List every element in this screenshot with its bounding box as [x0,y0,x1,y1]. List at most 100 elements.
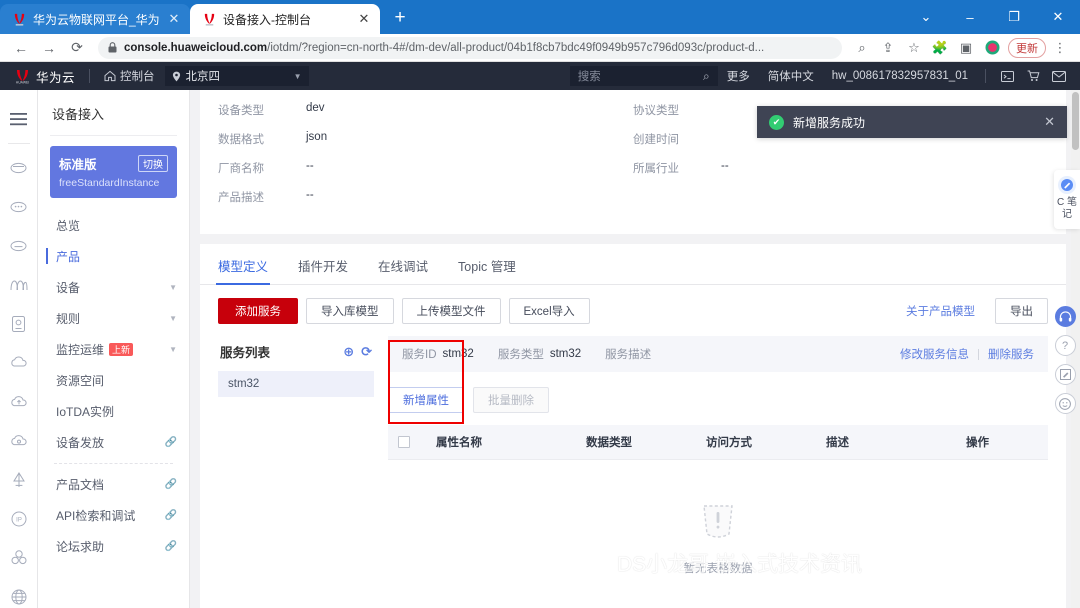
sidebar-item-resource-space[interactable]: 资源空间 [50,365,177,396]
search-placeholder: 搜索 [578,68,601,84]
sidebar-item-label: 论坛求助 [56,538,104,555]
add-service-button[interactable]: 添加服务 [218,298,298,324]
address-bar[interactable]: console.huaweicloud.com/iotdm/?region=cn… [98,37,842,59]
window-collapse-icon[interactable]: ⌄ [904,0,948,34]
model-definition-card: 模型定义 插件开发 在线调试 Topic 管理 添加服务 导入库模型 上传模型文… [200,244,1066,608]
zoom-out-icon[interactable]: ⌕ [850,36,874,60]
new-tab-button[interactable]: + [386,4,414,32]
huawei-logo[interactable]: HUAWEI 华为云 [8,67,81,86]
share-icon[interactable]: ⇪ [876,36,900,60]
window-controls: ⌄ – ❐ ✕ [904,0,1080,34]
cloud-upload-icon[interactable] [0,382,38,421]
window-minimize-icon[interactable]: – [948,0,992,34]
info-label: 协议类型 [633,102,721,118]
profile-avatar-icon[interactable] [980,36,1004,60]
sidebar-item-label: 设备发放 [56,434,104,451]
back-icon[interactable]: ← [8,35,34,61]
close-icon[interactable]: ✕ [166,11,182,27]
forward-icon[interactable]: → [36,35,62,61]
close-icon[interactable]: ✕ [356,11,372,27]
add-property-button[interactable]: 新增属性 [388,387,464,413]
divider [8,143,30,144]
extensions-puzzle-icon[interactable]: 🧩 [928,36,952,60]
smiley-face-icon[interactable] [1055,393,1076,414]
service-detail-header: 服务ID stm32 服务类型 stm32 服务描述 修改服务信息 删除服务 [388,336,1048,372]
sidebar-item-device-provisioning[interactable]: 设备发放 🔗 [50,427,177,458]
hamburger-menu-icon[interactable] [0,100,38,139]
content-scroll-area: 设备类型 dev 数据格式 json 厂商名称 -- 产品描述 -- [190,90,1080,608]
browser-tab-inactive[interactable]: 华为云物联网平台_华为云IoT平台 ✕ [0,4,190,34]
search-input[interactable]: 搜索 ⌕ [570,66,718,86]
kebab-menu-icon[interactable]: ⋮ [1048,36,1072,60]
upload-model-file-button[interactable]: 上传模型文件 [402,298,501,324]
sidebar-item-products[interactable]: 产品 [50,241,177,272]
import-library-model-button[interactable]: 导入库模型 [306,298,394,324]
globe-icon[interactable] [0,577,38,608]
scrollbar-thumb[interactable] [1072,92,1079,150]
sidebar-item-label: 监控运维 [56,341,104,358]
sidebar-item-product-docs[interactable]: 产品文档 🔗 [50,469,177,500]
question-help-icon[interactable]: ? [1055,335,1076,356]
external-link-icon: 🔗 [165,510,177,521]
headset-support-icon[interactable] [1055,306,1076,327]
info-value: json [306,131,327,147]
window-close-icon[interactable]: ✕ [1036,0,1080,34]
sidebar-item-iotda-instance[interactable]: IoTDA实例 [50,396,177,427]
ip-icon[interactable]: IP [0,499,38,538]
column-description: 描述 [816,425,956,460]
cloud-icon-5[interactable] [0,421,38,460]
select-all-checkbox[interactable] [398,436,410,448]
sidebar-item-rules[interactable]: 规则 ▼ [50,303,177,334]
cart-icon[interactable] [1020,70,1046,82]
delete-service-link[interactable]: 删除服务 [988,346,1034,362]
side-panel-icon[interactable]: ▣ [954,36,978,60]
switch-instance-button[interactable]: 切换 [138,155,168,172]
refresh-icon[interactable]: ⟳ [361,344,372,360]
cloud-icon-1[interactable] [0,148,38,187]
tab-online-debug[interactable]: 在线调试 [378,244,428,284]
more-menu[interactable]: 更多 [718,68,759,84]
console-link[interactable]: 控制台 [98,68,161,84]
excel-import-button[interactable]: Excel导入 [509,298,590,324]
search-icon[interactable]: ⌕ [703,69,710,84]
about-product-model-link[interactable]: 关于产品模型 [906,303,975,319]
plus-circle-icon[interactable]: ⊕ [343,344,354,360]
export-button[interactable]: 导出 [995,298,1048,324]
browser-tab-active[interactable]: 设备接入-控制台 ✕ [190,4,380,34]
window-maximize-icon[interactable]: ❐ [992,0,1036,34]
region-label: 北京四 [186,68,221,84]
sidebar-item-devices[interactable]: 设备 ▼ [50,272,177,303]
page-body: IP 设备接入 标准版 切换 freeStandardInstance 总览 产… [0,90,1080,608]
network-icon[interactable] [0,460,38,499]
device-icon[interactable] [0,304,38,343]
instance-card[interactable]: 标准版 切换 freeStandardInstance [50,146,177,198]
feedback-edit-icon[interactable] [1055,364,1076,385]
sidebar-item-monitoring[interactable]: 监控运维 上新 ▼ [50,334,177,365]
edit-service-link[interactable]: 修改服务信息 [900,346,969,362]
tab-plugin-development[interactable]: 插件开发 [298,244,348,284]
update-button[interactable]: 更新 [1008,38,1046,58]
cluster-icon[interactable] [0,538,38,577]
cloud-icon-4[interactable] [0,343,38,382]
cloud-icon-2[interactable] [0,187,38,226]
select-all-header [388,425,426,460]
info-row: 数据格式 json [218,131,633,147]
reload-icon[interactable]: ⟳ [64,35,90,61]
analytics-icon[interactable] [0,265,38,304]
cloud-shell-icon[interactable] [994,71,1020,82]
tab-topic-management[interactable]: Topic 管理 [458,244,516,284]
sidebar-item-api-explorer[interactable]: API检索和调试 🔗 [50,500,177,531]
account-name[interactable]: hw_008617832957831_01 [823,70,977,82]
language-selector[interactable]: 简体中文 [759,68,823,84]
browser-tab-strip: 华为云物联网平台_华为云IoT平台 ✕ 设备接入-控制台 ✕ + ⌄ – ❐ ✕ [0,0,1080,34]
close-icon[interactable]: ✕ [894,114,1055,130]
bookmark-star-icon[interactable]: ☆ [902,36,926,60]
notes-widget[interactable]: C 笔记 [1054,170,1080,229]
tab-model-definition[interactable]: 模型定义 [218,244,268,284]
region-selector[interactable]: 北京四 ▼ [165,66,309,86]
cloud-icon-3[interactable] [0,226,38,265]
message-icon[interactable] [1046,71,1072,82]
sidebar-item-overview[interactable]: 总览 [50,210,177,241]
service-list-item[interactable]: stm32 [218,371,374,397]
sidebar-item-forum[interactable]: 论坛求助 🔗 [50,531,177,562]
